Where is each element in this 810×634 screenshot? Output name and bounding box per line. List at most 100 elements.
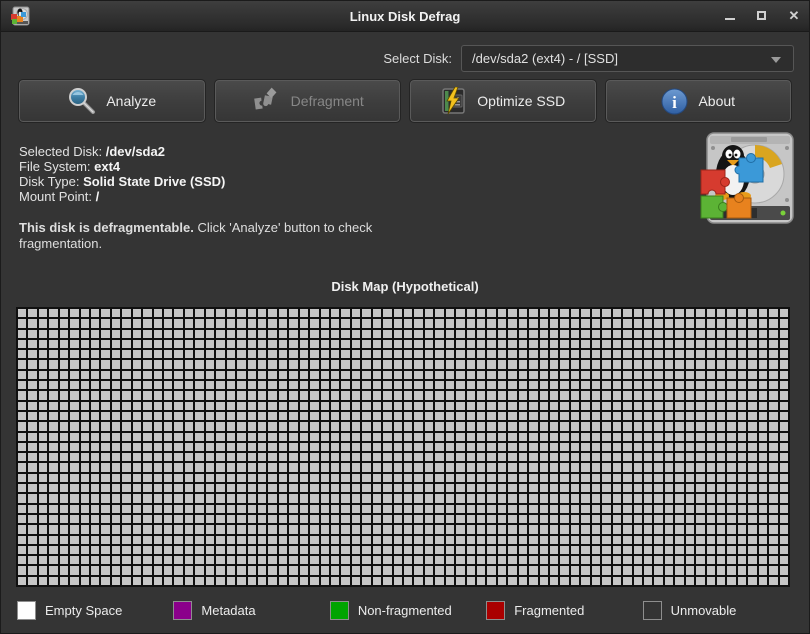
disk-map-cell (748, 433, 756, 441)
disk-map-cell (654, 453, 662, 461)
disk-map-cell (446, 494, 454, 502)
close-button[interactable]: ✕ (788, 10, 800, 22)
disk-map-cell (654, 515, 662, 523)
disk-map-cell (49, 340, 57, 348)
disk-map-cell (143, 484, 151, 492)
disk-map-cell (341, 402, 349, 410)
disk-map-cell (101, 381, 109, 389)
disk-map-cell (727, 402, 735, 410)
minimize-button[interactable] (724, 10, 736, 22)
disk-map-cell (122, 566, 130, 574)
optimize-ssd-button[interactable]: Optimize SSD (410, 80, 596, 122)
disk-map-cell (49, 371, 57, 379)
disk-map-cell (560, 566, 568, 574)
disk-map-cell (581, 577, 589, 585)
disk-map-cell (289, 443, 297, 451)
disk-map-cell (550, 309, 558, 317)
disk-map-cell (321, 505, 329, 513)
disk-map-cell (425, 474, 433, 482)
disk-map-cell (592, 371, 600, 379)
disk-map-cell (133, 556, 141, 564)
defragment-button[interactable]: Defragment (215, 80, 401, 122)
disk-map-cell (289, 494, 297, 502)
disk-map-cell (759, 494, 767, 502)
disk-select-dropdown[interactable]: /dev/sda2 (ext4) - / [SSD] (461, 45, 794, 72)
disk-map-cell (571, 350, 579, 358)
disk-map-cell (133, 360, 141, 368)
disk-map-cell (248, 371, 256, 379)
disk-map-cell (487, 402, 495, 410)
disk-map-cell (18, 340, 26, 348)
disk-map-cell (581, 546, 589, 554)
maximize-button[interactable] (756, 10, 768, 22)
disk-map-cell (81, 402, 89, 410)
disk-map-cell (696, 340, 704, 348)
disk-map-cell (581, 515, 589, 523)
analyze-button[interactable]: Analyze (19, 80, 205, 122)
disk-map-cell (686, 556, 694, 564)
disk-map-cell (143, 360, 151, 368)
disk-map-cell (498, 536, 506, 544)
disk-map-cell (394, 463, 402, 471)
disk-map-cell (352, 340, 360, 348)
disk-map-cell (91, 556, 99, 564)
disk-map-cell (477, 546, 485, 554)
disk-map-cell (310, 494, 318, 502)
disk-map-cell (738, 422, 746, 430)
disk-map-cell (352, 463, 360, 471)
disk-map-cell (769, 453, 777, 461)
disk-map-cell (467, 412, 475, 420)
disk-map-cell (321, 453, 329, 461)
disk-map-cell (487, 453, 495, 461)
disk-map-cell (341, 330, 349, 338)
disk-map-cell (164, 566, 172, 574)
disk-map-cell (707, 371, 715, 379)
disk-map-cell (206, 463, 214, 471)
disk-map-cell (174, 371, 182, 379)
disk-map-cell (634, 525, 642, 533)
disk-map-cell (759, 360, 767, 368)
disk-map-cell (738, 371, 746, 379)
disk-map-cell (185, 577, 193, 585)
titlebar[interactable]: Linux Disk Defrag ✕ (1, 1, 809, 32)
disk-map-cell (195, 443, 203, 451)
disk-map-cell (508, 309, 516, 317)
disk-map-cell (310, 463, 318, 471)
disk-map-cell (310, 546, 318, 554)
disk-map-cell (675, 309, 683, 317)
disk-map-cell (738, 515, 746, 523)
disk-map-cell (28, 391, 36, 399)
disk-map-cell (748, 381, 756, 389)
disk-map-cell (623, 319, 631, 327)
info-line-file-system: File System: ext4 (19, 159, 225, 174)
disk-map-cell (665, 556, 673, 564)
disk-map-cell (581, 536, 589, 544)
disk-map-cell (717, 433, 725, 441)
disk-map-cell (258, 433, 266, 441)
disk-map-cell (174, 402, 182, 410)
disk-map-cell (352, 546, 360, 554)
disk-map-cell (780, 536, 788, 544)
disk-map-cell (592, 525, 600, 533)
disk-map-cell (654, 443, 662, 451)
disk-map-cell (696, 577, 704, 585)
about-button[interactable]: i About (606, 80, 792, 122)
disk-map-cell (216, 474, 224, 482)
disk-map-cell (707, 474, 715, 482)
disk-map-cell (28, 330, 36, 338)
disk-map-cell (602, 340, 610, 348)
disk-map-cell (748, 494, 756, 502)
disk-map-cell (560, 319, 568, 327)
disk-map-cell (529, 505, 537, 513)
disk-map-cell (644, 443, 652, 451)
disk-map-cell (738, 391, 746, 399)
disk-map-cell (81, 525, 89, 533)
disk-map-cell (727, 536, 735, 544)
disk-map-cell (675, 350, 683, 358)
disk-map-cell (623, 556, 631, 564)
disk-map-cell (529, 381, 537, 389)
disk-map-cell (373, 381, 381, 389)
disk-map-cell (112, 556, 120, 564)
disk-map-cell (28, 340, 36, 348)
disk-map-cell (289, 536, 297, 544)
